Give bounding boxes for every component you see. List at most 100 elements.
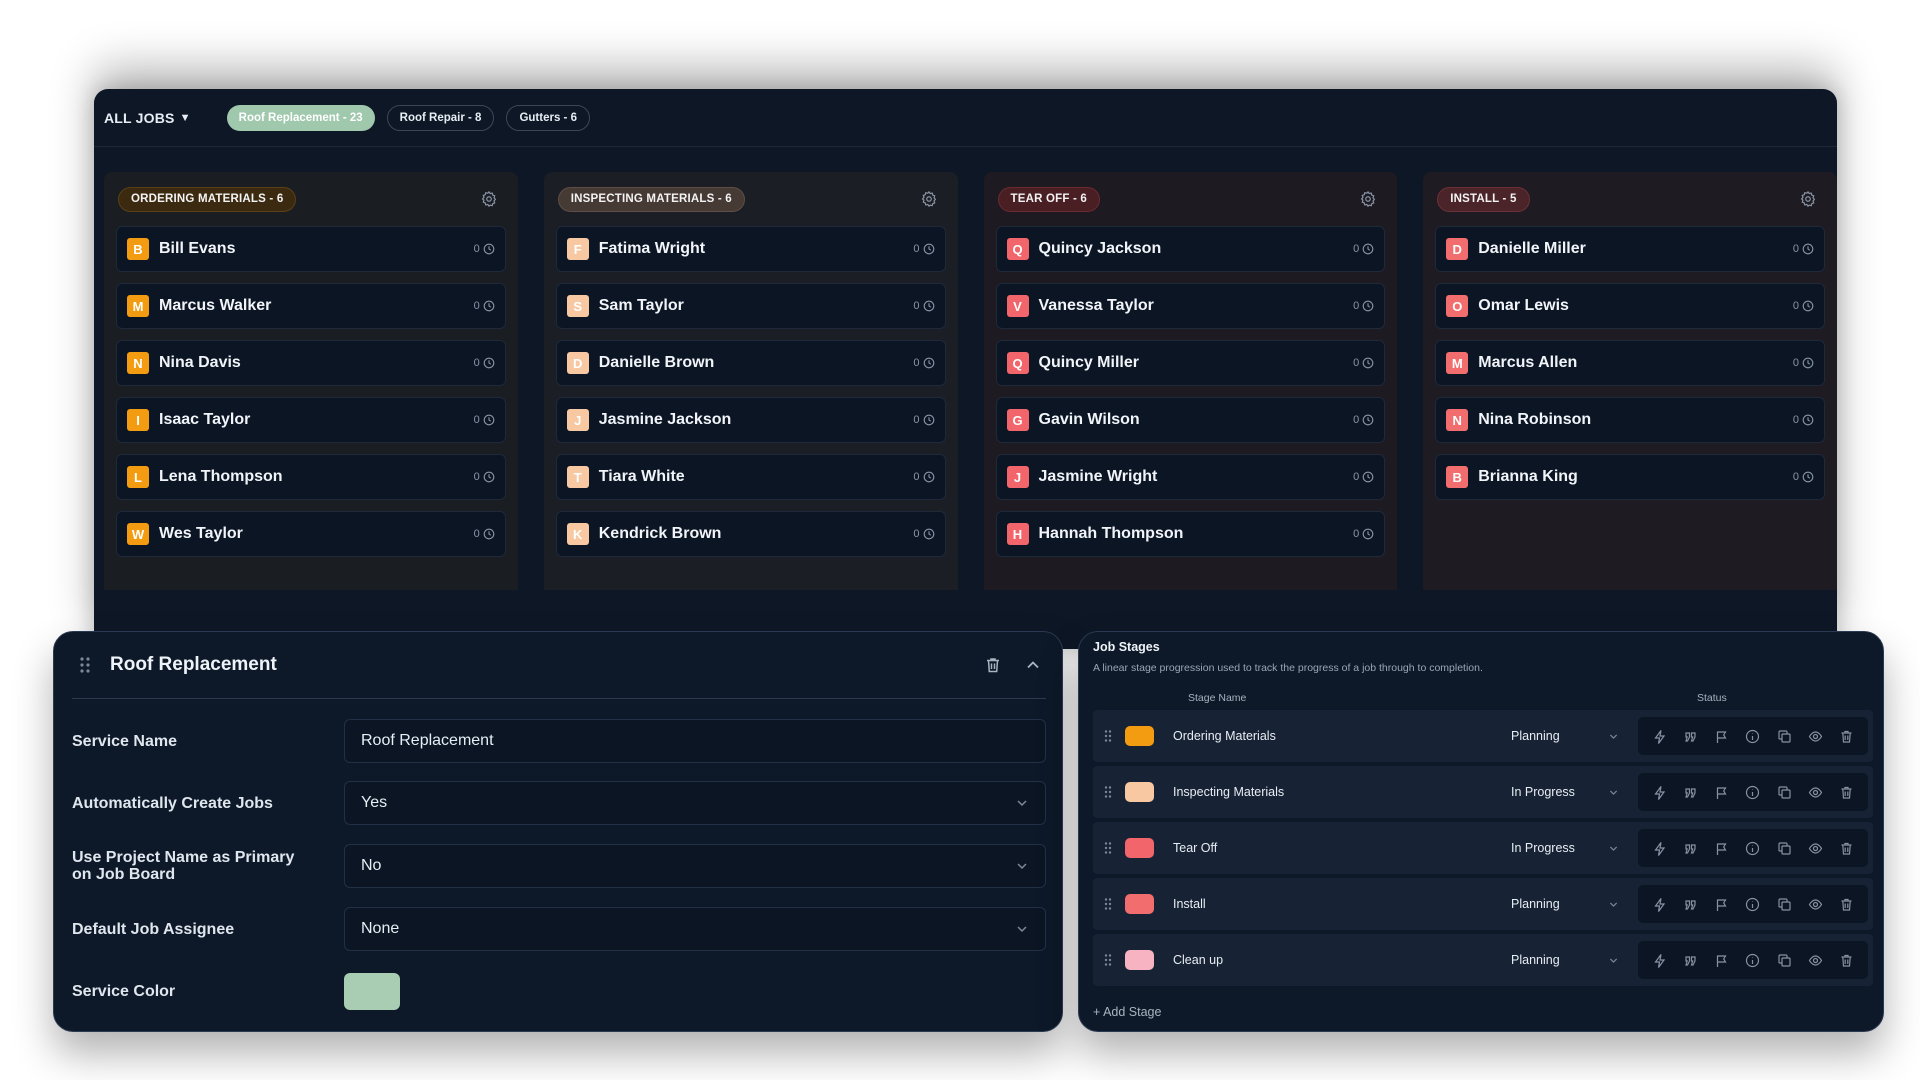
trash-icon[interactable] <box>1839 785 1854 800</box>
flag-icon[interactable] <box>1714 729 1729 744</box>
gear-icon[interactable] <box>1359 190 1377 208</box>
job-card[interactable]: J Jasmine Jackson 0 <box>555 397 946 443</box>
job-stages-panel: Job Stages A linear stage progression us… <box>1078 631 1884 1032</box>
job-card[interactable]: Q Quincy Miller 0 <box>995 340 1386 386</box>
flag-icon[interactable] <box>1714 785 1729 800</box>
avatar: T <box>566 466 589 488</box>
gear-icon[interactable] <box>480 190 498 208</box>
service-settings-panel: Roof Replacement Service Name Roof Repla… <box>53 631 1063 1032</box>
bolt-icon[interactable] <box>1652 785 1667 800</box>
job-card[interactable]: D Danielle Miller 0 <box>1435 226 1825 272</box>
service-name-input[interactable]: Roof Replacement <box>344 719 1046 763</box>
flag-icon[interactable] <box>1714 841 1729 856</box>
drag-handle-icon[interactable] <box>1103 785 1113 799</box>
job-card[interactable]: D Danielle Brown 0 <box>555 340 946 386</box>
auto-create-value: Yes <box>361 794 388 811</box>
stage-status-value: In Progress <box>1511 841 1575 855</box>
service-color-swatch[interactable] <box>344 972 400 1010</box>
info-icon[interactable] <box>1745 897 1760 912</box>
info-icon[interactable] <box>1745 841 1760 856</box>
quote-icon[interactable] <box>1683 841 1698 856</box>
info-icon[interactable] <box>1745 785 1760 800</box>
info-icon[interactable] <box>1745 729 1760 744</box>
quote-icon[interactable] <box>1683 785 1698 800</box>
filter-roof-replacement[interactable]: Roof Replacement - 23 <box>226 104 375 131</box>
auto-create-select[interactable]: Yes <box>344 781 1046 825</box>
stage-status-select[interactable]: In Progress <box>1511 785 1619 799</box>
flag-icon[interactable] <box>1714 897 1729 912</box>
copy-icon[interactable] <box>1777 841 1792 856</box>
job-card[interactable]: N Nina Robinson 0 <box>1435 397 1825 443</box>
drag-handle-icon[interactable] <box>1103 897 1113 911</box>
bolt-icon[interactable] <box>1652 841 1667 856</box>
stage-color-swatch[interactable] <box>1125 726 1154 746</box>
stage-color-swatch[interactable] <box>1125 894 1154 914</box>
job-card[interactable]: K Kendrick Brown 0 <box>555 511 946 557</box>
filter-gutters[interactable]: Gutters - 6 <box>506 104 590 131</box>
filter-roof-repair[interactable]: Roof Repair - 8 <box>386 104 495 131</box>
stage-color-swatch[interactable] <box>1125 838 1154 858</box>
job-card[interactable]: G Gavin Wilson 0 <box>995 397 1386 443</box>
job-card[interactable]: M Marcus Walker 0 <box>116 283 506 329</box>
job-card[interactable]: V Vanessa Taylor 0 <box>995 283 1386 329</box>
avatar: O <box>1446 295 1469 317</box>
stage-status-select[interactable]: Planning <box>1511 897 1619 911</box>
copy-icon[interactable] <box>1777 729 1792 744</box>
quote-icon[interactable] <box>1683 729 1698 744</box>
copy-icon[interactable] <box>1777 897 1792 912</box>
gear-icon[interactable] <box>1799 190 1817 208</box>
job-card[interactable]: M Marcus Allen 0 <box>1435 340 1825 386</box>
trash-icon[interactable] <box>1839 729 1854 744</box>
drag-handle-icon[interactable] <box>1103 841 1113 855</box>
quote-icon[interactable] <box>1683 953 1698 968</box>
trash-icon[interactable] <box>1839 841 1854 856</box>
stage-color-swatch[interactable] <box>1125 950 1154 970</box>
trash-icon[interactable] <box>1839 953 1854 968</box>
bolt-icon[interactable] <box>1652 729 1667 744</box>
eye-icon[interactable] <box>1808 841 1823 856</box>
all-jobs-dropdown[interactable]: ALL JOBS ▼ <box>104 110 191 126</box>
job-card[interactable]: J Jasmine Wright 0 <box>995 454 1386 500</box>
job-card[interactable]: T Tiara White 0 <box>555 454 946 500</box>
eye-icon[interactable] <box>1808 953 1823 968</box>
stage-status-select[interactable]: Planning <box>1511 953 1619 967</box>
drag-handle-icon[interactable] <box>1103 729 1113 743</box>
job-card[interactable]: L Lena Thompson 0 <box>116 454 506 500</box>
job-card[interactable]: H Hannah Thompson 0 <box>995 511 1386 557</box>
stage-name: Tear Off <box>1173 841 1218 855</box>
copy-icon[interactable] <box>1777 785 1792 800</box>
avatar: F <box>566 238 589 260</box>
job-card[interactable]: F Fatima Wright 0 <box>555 226 946 272</box>
collapse-chevron-icon[interactable] <box>1024 656 1042 674</box>
bolt-icon[interactable] <box>1652 897 1667 912</box>
job-card[interactable]: N Nina Davis 0 <box>116 340 506 386</box>
assignee-select[interactable]: None <box>344 907 1046 951</box>
bolt-icon[interactable] <box>1652 953 1667 968</box>
job-card[interactable]: I Isaac Taylor 0 <box>116 397 506 443</box>
add-stage-button[interactable]: + Add Stage <box>1093 1005 1161 1019</box>
job-card[interactable]: O Omar Lewis 0 <box>1435 283 1825 329</box>
drag-handle-icon[interactable] <box>78 656 92 674</box>
stage-status-select[interactable]: Planning <box>1511 729 1619 743</box>
stage-status-select[interactable]: In Progress <box>1511 841 1619 855</box>
job-card[interactable]: Q Quincy Jackson 0 <box>995 226 1386 272</box>
drag-handle-icon[interactable] <box>1103 953 1113 967</box>
copy-icon[interactable] <box>1777 953 1792 968</box>
project-name-select[interactable]: No <box>344 844 1046 888</box>
trash-icon[interactable] <box>984 656 1002 674</box>
stage-color-swatch[interactable] <box>1125 782 1154 802</box>
avatar: W <box>127 523 149 545</box>
eye-icon[interactable] <box>1808 897 1823 912</box>
job-card[interactable]: B Bill Evans 0 <box>116 226 506 272</box>
quote-icon[interactable] <box>1683 897 1698 912</box>
job-card[interactable]: S Sam Taylor 0 <box>555 283 946 329</box>
job-card-time: 0 <box>1353 300 1374 312</box>
eye-icon[interactable] <box>1808 785 1823 800</box>
flag-icon[interactable] <box>1714 953 1729 968</box>
eye-icon[interactable] <box>1808 729 1823 744</box>
trash-icon[interactable] <box>1839 897 1854 912</box>
job-card[interactable]: W Wes Taylor 0 <box>116 511 506 557</box>
job-card[interactable]: B Brianna King 0 <box>1435 454 1825 500</box>
gear-icon[interactable] <box>920 190 938 208</box>
info-icon[interactable] <box>1745 953 1760 968</box>
